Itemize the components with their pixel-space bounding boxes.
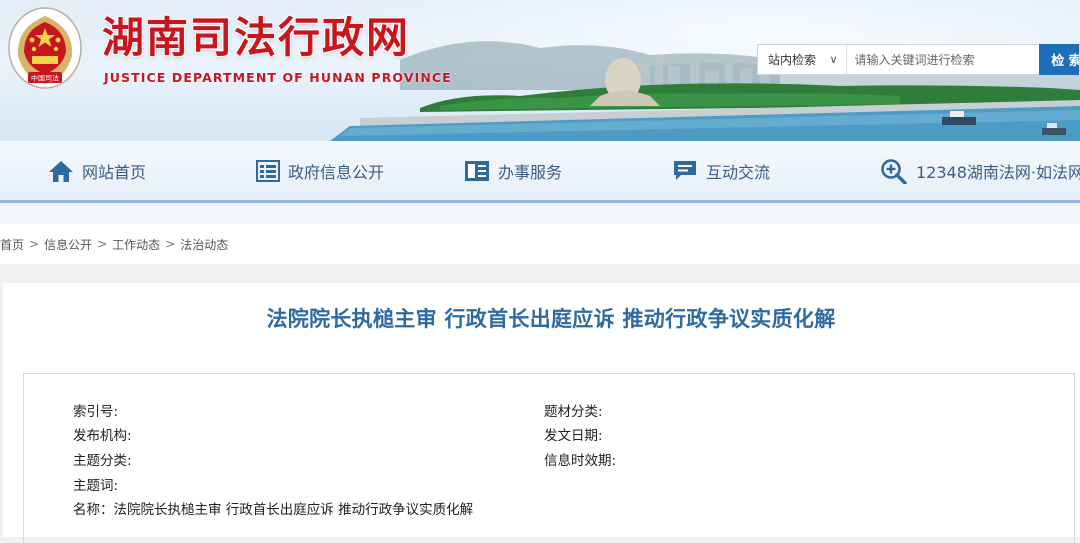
meta-index-number: 索引号: <box>73 404 119 420</box>
nav-label: 办事服务 <box>498 163 563 182</box>
meta-publish-date: 发文日期: <box>544 428 603 444</box>
search-scope-label: 站内检索 <box>768 53 817 67</box>
book-icon <box>465 161 489 181</box>
justice-emblem-logo: 中国司法 <box>8 7 82 89</box>
meta-validity: 信息时效期: <box>544 453 617 469</box>
breadcrumb-item-info-public[interactable]: 信息公开 <box>44 236 92 253</box>
nav-item-interaction[interactable]: 互动交流 <box>672 141 770 201</box>
search-box: 站内检索 ∨ 检 索 <box>757 44 1080 75</box>
article-metadata-box: 索引号: 题材分类: 发布机构: 发文日期: 主题分类: 信息时效期: 主题词:… <box>23 373 1075 543</box>
search-input[interactable] <box>846 45 1040 74</box>
breadcrumb-separator: > <box>29 237 40 251</box>
site-subtitle: JUSTICE DEPARTMENT OF HUNAN PROVINCE <box>104 70 452 85</box>
nav-label: 网站首页 <box>82 163 147 182</box>
search-button[interactable]: 检 索 <box>1039 44 1079 75</box>
breadcrumb: 首页 > 信息公开 > 工作动态 > 法治动态 <box>0 224 1080 264</box>
meta-publisher: 发布机构: <box>73 428 132 444</box>
chevron-down-icon: ∨ <box>829 53 838 66</box>
breadcrumb-item-home[interactable]: 首页 <box>0 236 24 253</box>
meta-name: 名称：法院院长执槌主审 行政首长出庭应诉 推动行政争议实质化解 <box>73 502 474 518</box>
breadcrumb-separator: > <box>165 237 176 251</box>
meta-category: 题材分类: <box>544 404 603 420</box>
nav-item-gov-info[interactable]: 政府信息公开 <box>256 141 384 201</box>
nav-item-12348[interactable]: 12348湖南法网·如法网 <box>880 141 1080 201</box>
chat-icon <box>674 161 696 180</box>
nav-spacer <box>0 206 1080 224</box>
meta-topic: 主题分类: <box>73 453 132 469</box>
nav-item-home[interactable]: 网站首页 <box>48 141 146 201</box>
header-banner: 中国司法 湖南司法行政网 JUSTICE DEPARTMENT OF HUNAN… <box>0 0 1080 141</box>
nav-label: 政府信息公开 <box>288 163 385 182</box>
zoom-icon <box>881 159 907 184</box>
article-panel: 法院院长执槌主审 行政首长出庭应诉 推动行政争议实质化解 索引号: 题材分类: … <box>3 283 1080 543</box>
nav-label: 12348湖南法网·如法网 <box>916 163 1080 182</box>
nav-label: 互动交流 <box>706 163 771 182</box>
list-icon <box>256 160 280 182</box>
main-nav: 网站首页 政府信息公开 办事服务 互动交流 12348湖南法网·如法网 <box>0 141 1080 203</box>
meta-keywords: 主题词: <box>73 478 119 494</box>
nav-item-services[interactable]: 办事服务 <box>464 141 562 201</box>
search-scope-dropdown[interactable]: 站内检索 ∨ <box>758 45 847 74</box>
breadcrumb-separator: > <box>97 237 108 251</box>
breadcrumb-item-work-news[interactable]: 工作动态 <box>112 236 160 253</box>
breadcrumb-item-rule-of-law-news[interactable]: 法治动态 <box>180 236 228 253</box>
article-title: 法院院长执槌主审 行政首长出庭应诉 推动行政争议实质化解 <box>266 307 836 331</box>
emblem-text: 中国司法 <box>31 74 59 83</box>
home-icon <box>49 161 73 182</box>
site-title: 湖南司法行政网 <box>102 13 411 62</box>
